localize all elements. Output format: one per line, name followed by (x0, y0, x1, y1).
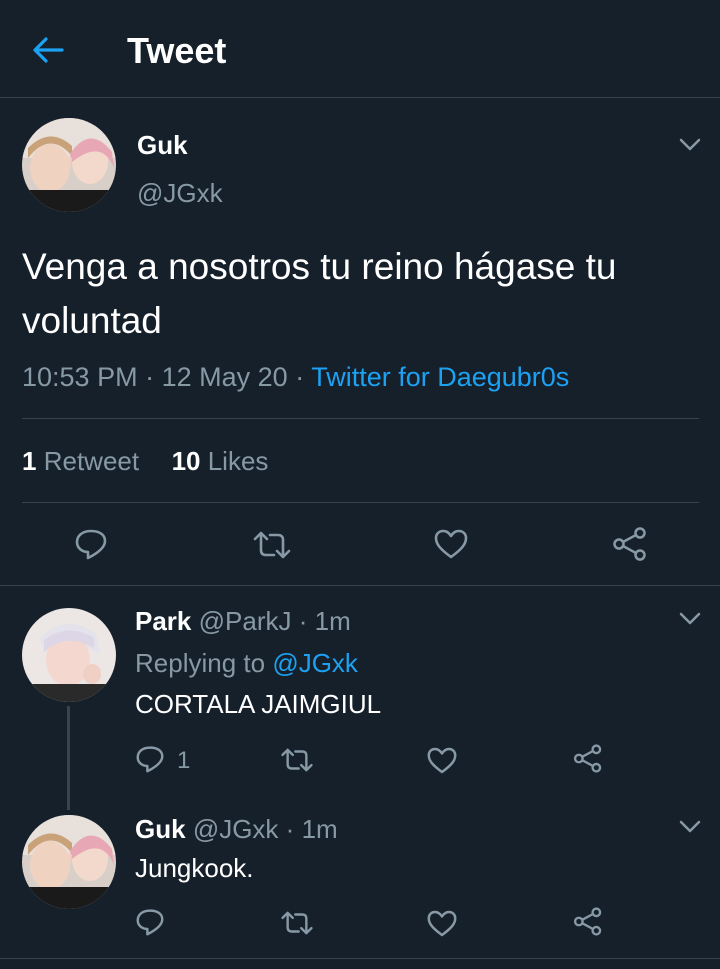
tweet-text: Venga a nosotros tu reino hágase tu volu… (22, 246, 617, 341)
avatar[interactable] (22, 815, 116, 909)
reply-count: 1 (177, 747, 191, 774)
like-heart-icon[interactable] (427, 910, 457, 937)
meta-separator: · (145, 362, 162, 392)
reply-author-handle[interactable]: @ParkJ (199, 606, 292, 636)
replying-to-label: Replying to (135, 648, 266, 678)
engagement-stats: 1 Retweet 10 Likes (22, 446, 268, 477)
tweet-meta: 10:53 PM · 12 May 20 · Twitter for Daegu… (22, 362, 569, 393)
reply-header: Guk @JGxk · 1m (135, 814, 338, 845)
tweet-date: 12 May 20 (161, 362, 288, 392)
chevron-down-icon[interactable] (679, 612, 701, 626)
avatar[interactable] (22, 608, 116, 702)
replying-to: Replying to @JGxk (135, 648, 358, 679)
chevron-down-icon[interactable] (679, 138, 701, 152)
thread-connector (67, 706, 70, 810)
reply-author-name[interactable]: Guk (135, 814, 186, 844)
reply-time: 1m (301, 814, 338, 844)
share-icon[interactable] (573, 907, 603, 936)
mention-link[interactable]: @JGxk (272, 648, 358, 678)
reply-icon[interactable] (74, 528, 108, 560)
reply-header: Park @ParkJ · 1m (135, 606, 351, 637)
meta-separator: · (298, 606, 308, 636)
likes-stat[interactable]: 10 Likes (172, 446, 269, 476)
divider (22, 502, 699, 503)
divider (0, 958, 720, 959)
retweet-icon[interactable] (252, 530, 292, 560)
reply-author-name[interactable]: Park (135, 606, 191, 636)
meta-separator: · (285, 814, 295, 844)
retweet-icon[interactable] (280, 747, 314, 773)
share-icon[interactable] (612, 527, 648, 561)
retweet-icon[interactable] (280, 910, 314, 936)
tweet-time: 10:53 PM (22, 362, 138, 392)
back-arrow-icon[interactable] (30, 34, 66, 66)
retweets-stat[interactable]: 1 Retweet (22, 446, 139, 476)
reply-text: Jungkook. (135, 853, 254, 883)
reply-author-handle[interactable]: @JGxk (193, 814, 279, 844)
like-heart-icon[interactable] (434, 529, 468, 559)
share-icon[interactable] (573, 744, 603, 773)
author-name[interactable]: Guk (137, 130, 188, 161)
author-handle[interactable]: @JGxk (137, 178, 223, 209)
meta-separator: · (295, 362, 312, 392)
divider (22, 418, 699, 419)
like-heart-icon[interactable] (427, 747, 457, 774)
page-title: Tweet (127, 30, 227, 71)
divider (0, 585, 720, 586)
chevron-down-icon[interactable] (679, 820, 701, 834)
avatar[interactable] (22, 118, 116, 212)
reply-time: 1m (314, 606, 351, 636)
reply-icon[interactable] (135, 908, 165, 936)
reply-text: CORTALA JAIMGIUL (135, 689, 382, 719)
top-app-bar: Tweet (0, 0, 720, 98)
reply-icon[interactable] (135, 745, 165, 773)
tweet-source-link[interactable]: Twitter for Daegubr0s (311, 362, 569, 392)
